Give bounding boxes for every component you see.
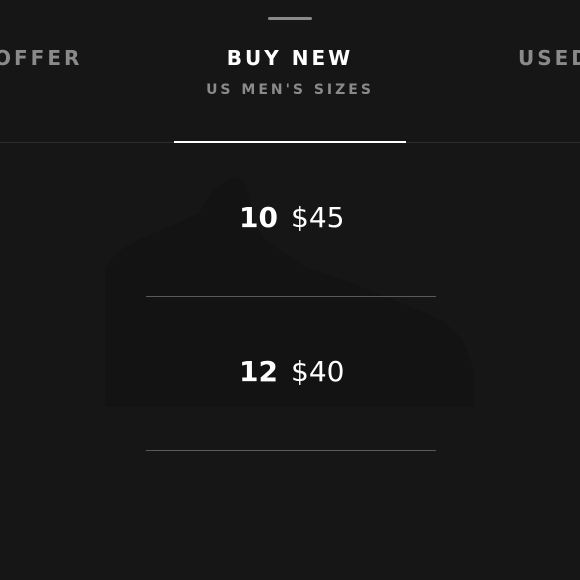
- tab-buy-new-subtitle: US MEN'S SIZES: [206, 82, 374, 98]
- listing-row[interactable]: 10 $45: [146, 201, 436, 301]
- row-divider: [146, 296, 436, 297]
- tab-buy-new-label: BUY NEW: [226, 46, 354, 70]
- listing-row[interactable]: 12 $40: [146, 355, 436, 455]
- row-divider: [146, 450, 436, 451]
- active-tab-indicator: [174, 141, 406, 143]
- tab-used[interactable]: USED: [518, 46, 580, 70]
- size-value: 10: [239, 201, 278, 234]
- size-value: 12: [239, 355, 278, 388]
- price-value: $45: [291, 201, 345, 234]
- price-value: $40: [291, 355, 345, 388]
- drag-handle[interactable]: [268, 17, 312, 20]
- size-price-sheet: OFFER BUY NEW US MEN'S SIZES USED 10 $45…: [0, 0, 580, 580]
- tab-buy-new[interactable]: BUY NEW: [0, 46, 580, 70]
